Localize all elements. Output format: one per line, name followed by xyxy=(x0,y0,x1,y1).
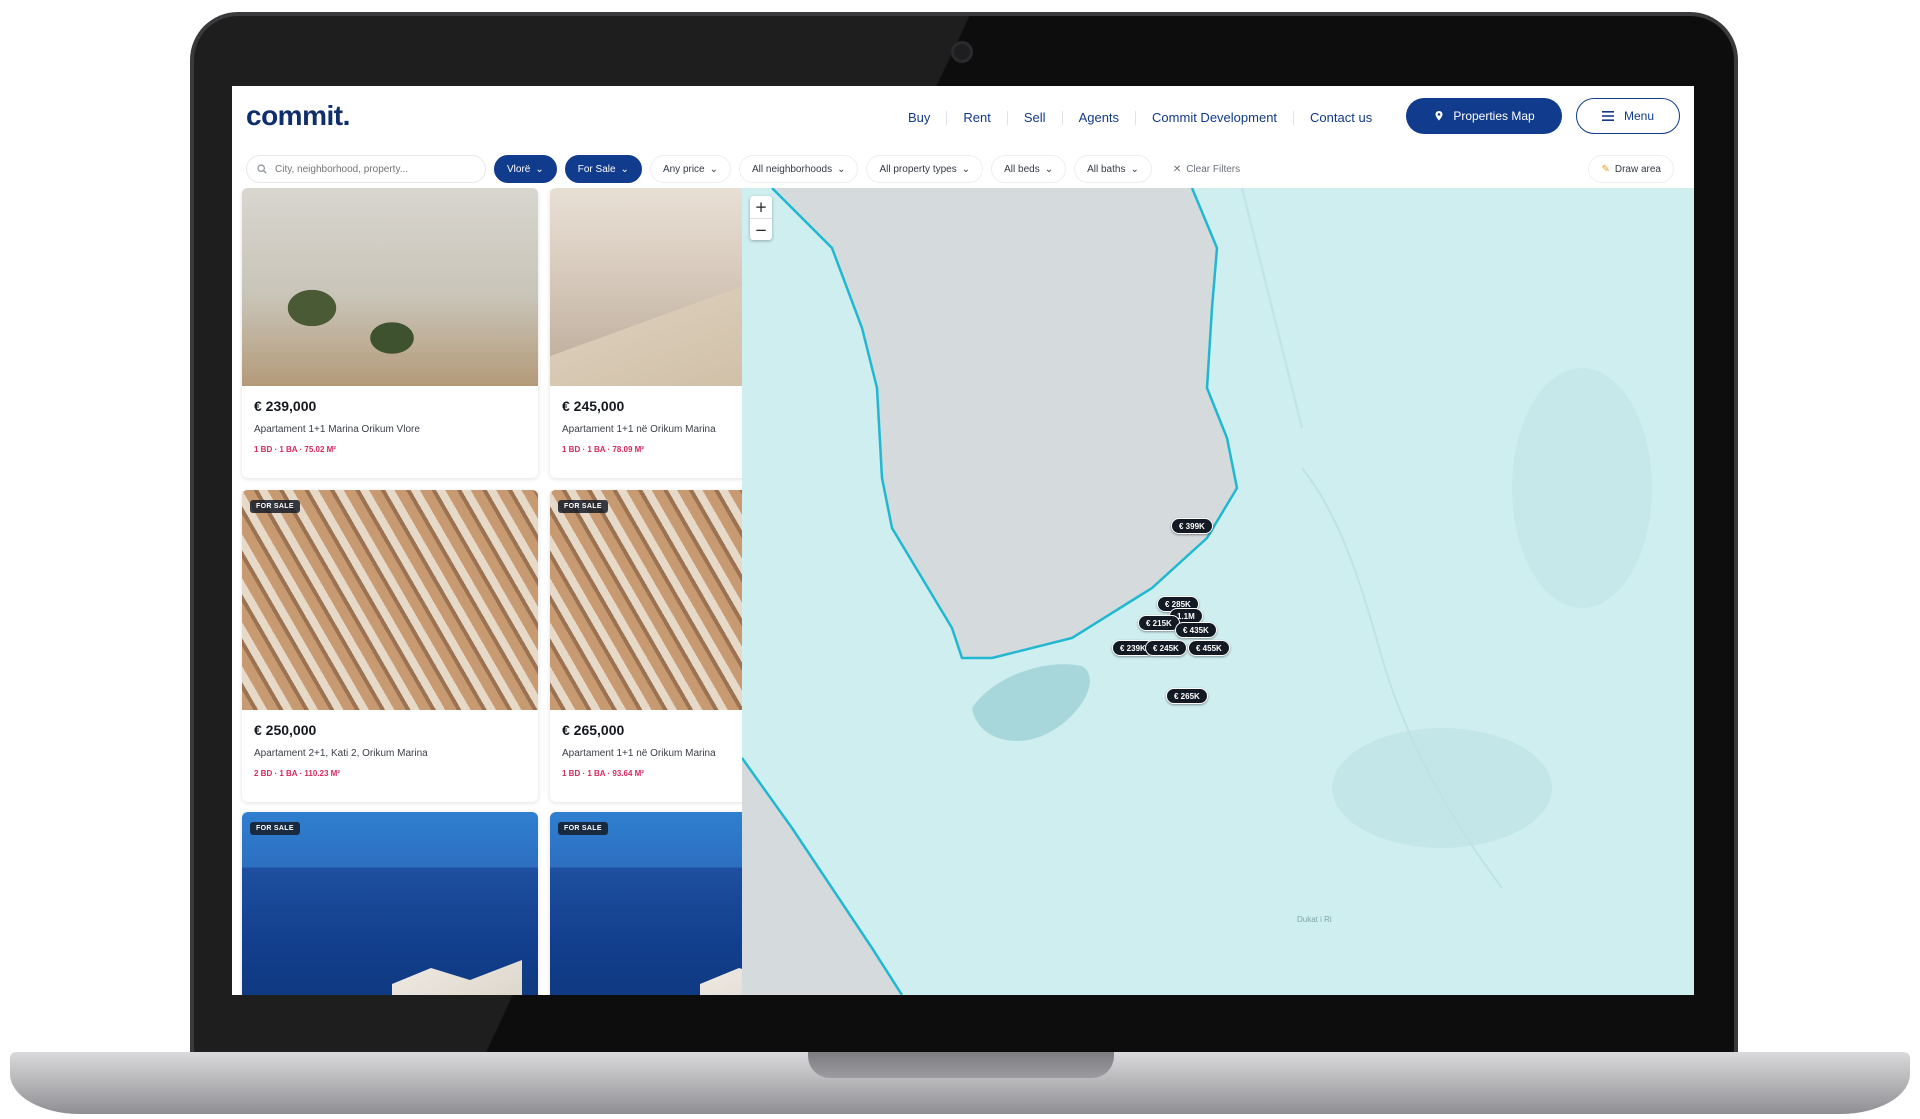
site-header: commit. Buy Rent Sell Agents Commit Deve… xyxy=(232,86,1694,150)
map-price-marker[interactable]: € 399K xyxy=(1171,518,1213,534)
status-badge: FOR SALE xyxy=(250,822,300,835)
listing-price: € 245,000 xyxy=(562,398,625,414)
map-pin-icon xyxy=(1435,111,1443,121)
zoom-control: + − xyxy=(750,196,772,240)
map-price-marker[interactable]: € 245K xyxy=(1145,640,1187,656)
nav-contact-us[interactable]: Contact us xyxy=(1293,111,1388,125)
nav-rent[interactable]: Rent xyxy=(946,111,1006,125)
listing-info: € 245,000 Apartament 1+1 në Orikum Marin… xyxy=(550,386,742,478)
status-badge: FOR SALE xyxy=(558,822,608,835)
filter-beds[interactable]: All beds ⌄ xyxy=(991,155,1067,183)
listing-photo: FOR SALE xyxy=(550,490,742,710)
pencil-icon: ✎ xyxy=(1601,163,1610,175)
filter-price-label: Any price xyxy=(662,163,705,175)
filter-status-label: For Sale xyxy=(577,163,616,175)
map-price-marker[interactable]: € 455K xyxy=(1188,640,1230,656)
listing-card[interactable]: FOR SALE € 250,000 Apartament 2+1, Kati … xyxy=(242,490,538,802)
chevron-down-icon: ⌄ xyxy=(709,163,719,175)
draw-area-button[interactable]: ✎ Draw area xyxy=(1588,155,1674,183)
listing-photo xyxy=(550,188,742,386)
hamburger-icon xyxy=(1601,111,1614,121)
filter-bar: Vlorë ⌄ For Sale ⌄ Any price ⌄ All neigh… xyxy=(232,150,1694,188)
listing-photo: FOR SALE xyxy=(242,812,538,995)
listing-info: € 265,000 Apartament 1+1 në Orikum Marin… xyxy=(550,710,742,802)
listing-specs: 1 BD · 1 BA · 93.64 M² xyxy=(562,769,644,778)
clear-filters-label: Clear Filters xyxy=(1186,163,1241,175)
properties-map-button[interactable]: Properties Map xyxy=(1406,98,1562,134)
listing-photo: FOR SALE xyxy=(242,490,538,710)
filter-status[interactable]: For Sale ⌄ xyxy=(564,155,642,183)
building-graphic xyxy=(392,960,522,995)
filter-baths-label: All baths xyxy=(1087,163,1126,175)
chevron-down-icon: ⌄ xyxy=(535,163,544,175)
filter-beds-label: All beds xyxy=(1004,163,1040,175)
listing-title: Apartament 1+1 në Orikum Marina xyxy=(562,424,716,435)
listing-specs: 1 BD · 1 BA · 75.02 M² xyxy=(254,445,336,454)
app-screen: commit. Buy Rent Sell Agents Commit Deve… xyxy=(232,86,1694,995)
building-graphic xyxy=(700,960,742,995)
listing-card[interactable]: FOR SALE xyxy=(242,812,538,995)
listing-info: € 239,000 Apartament 1+1 Marina Orikum V… xyxy=(242,386,538,478)
search-icon xyxy=(257,164,267,174)
zoom-in-button[interactable]: + xyxy=(750,196,772,218)
listings-panel: € 239,000 Apartament 1+1 Marina Orikum V… xyxy=(232,188,742,995)
filter-baths[interactable]: All baths ⌄ xyxy=(1074,155,1152,183)
filter-neighborhoods[interactable]: All neighborhoods ⌄ xyxy=(739,155,859,183)
map-price-marker[interactable]: € 435K xyxy=(1175,622,1217,638)
chevron-down-icon: ⌄ xyxy=(1044,163,1054,175)
logo[interactable]: commit. xyxy=(246,100,350,132)
close-icon: ✕ xyxy=(1172,163,1182,175)
nav-sell[interactable]: Sell xyxy=(1006,111,1062,125)
map-price-marker[interactable]: € 215K xyxy=(1138,615,1180,631)
menu-label: Menu xyxy=(1623,109,1655,123)
listing-card[interactable]: FOR SALE € 265,000 Apartament 1+1 në Ori… xyxy=(550,490,742,802)
chevron-down-icon: ⌄ xyxy=(1130,163,1139,175)
search-input[interactable] xyxy=(275,163,465,175)
map-place-label: Dukat i Ri xyxy=(1297,915,1332,924)
listing-card[interactable]: € 239,000 Apartament 1+1 Marina Orikum V… xyxy=(242,188,538,478)
nav-commit-development[interactable]: Commit Development xyxy=(1135,111,1293,125)
filter-city[interactable]: Vlorë ⌄ xyxy=(494,155,557,183)
menu-button[interactable]: Menu xyxy=(1576,98,1680,134)
clear-filters-button[interactable]: ✕ Clear Filters xyxy=(1159,155,1254,183)
draw-area-label: Draw area xyxy=(1614,163,1661,175)
listing-photo: FOR SALE xyxy=(550,812,742,995)
listing-specs: 1 BD · 1 BA · 78.09 M² xyxy=(562,445,644,454)
map-price-marker[interactable]: € 265K xyxy=(1166,688,1208,704)
zoom-out-button[interactable]: − xyxy=(750,218,772,240)
filter-city-label: Vlorë xyxy=(507,163,531,175)
listing-card[interactable]: FOR SALE xyxy=(550,812,742,995)
nav-buy[interactable]: Buy xyxy=(892,111,946,125)
status-badge: FOR SALE xyxy=(250,500,300,513)
listing-specs: 2 BD · 1 BA · 110.23 M² xyxy=(254,769,340,778)
properties-map[interactable]: + − € 399K € 285K 1.1M € 215K € 435K € 2… xyxy=(742,188,1694,995)
filter-property-types[interactable]: All property types ⌄ xyxy=(866,155,984,183)
listing-title: Apartament 2+1, Kati 2, Orikum Marina xyxy=(254,748,428,759)
filter-property-types-label: All property types xyxy=(879,163,957,175)
chevron-down-icon: ⌄ xyxy=(837,163,846,175)
search-box[interactable] xyxy=(246,155,486,183)
nav-agents[interactable]: Agents xyxy=(1061,111,1135,125)
listing-info: € 250,000 Apartament 2+1, Kati 2, Orikum… xyxy=(242,710,538,802)
listing-card[interactable]: € 245,000 Apartament 1+1 në Orikum Marin… xyxy=(550,188,742,478)
listing-price: € 250,000 xyxy=(254,722,317,738)
chevron-down-icon: ⌄ xyxy=(961,163,971,175)
listing-title: Apartament 1+1 në Orikum Marina xyxy=(562,748,716,759)
filter-price[interactable]: Any price ⌄ xyxy=(649,155,732,183)
listing-title: Apartament 1+1 Marina Orikum Vlore xyxy=(254,424,420,435)
listing-price: € 239,000 xyxy=(254,398,317,414)
listing-price: € 265,000 xyxy=(562,722,625,738)
map-canvas xyxy=(742,188,1652,995)
properties-map-label: Properties Map xyxy=(1453,109,1535,123)
filter-neighborhoods-label: All neighborhoods xyxy=(752,163,833,175)
webcam xyxy=(951,41,973,63)
listing-photo xyxy=(242,188,538,386)
main-nav: Buy Rent Sell Agents Commit Development … xyxy=(892,86,1388,150)
laptop-notch xyxy=(808,1052,1114,1078)
status-badge: FOR SALE xyxy=(558,500,608,513)
chevron-down-icon: ⌄ xyxy=(620,163,629,175)
